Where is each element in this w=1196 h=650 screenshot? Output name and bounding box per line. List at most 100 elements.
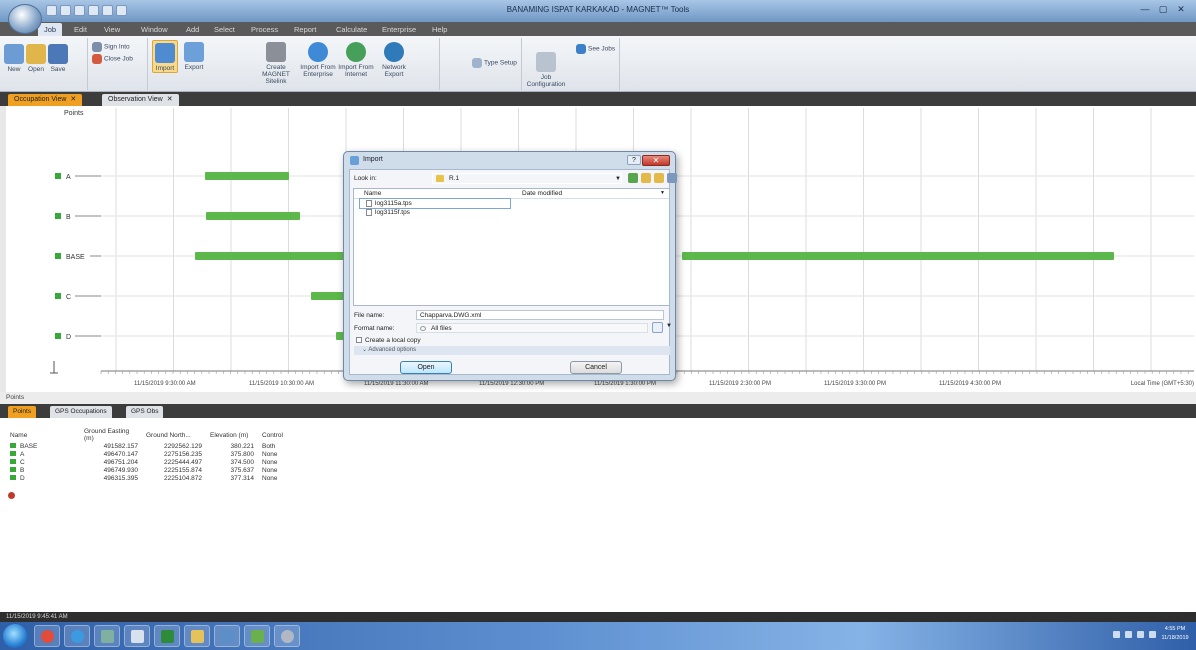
column-header-easting[interactable]: Ground Easting (m) bbox=[80, 428, 142, 442]
taskbar-app-n[interactable] bbox=[94, 625, 120, 647]
table-cell: None bbox=[262, 450, 278, 458]
time-tick-label: 11/15/2019 12:30:00 PM bbox=[479, 381, 544, 387]
ribbon-tab-process[interactable]: Process bbox=[245, 23, 284, 36]
column-header-elevation[interactable]: Elevation (m) bbox=[206, 428, 258, 442]
look-in-select[interactable]: R.1 ▼ bbox=[432, 173, 622, 184]
chevron-down-icon: ▼ bbox=[660, 190, 665, 196]
network-icon[interactable] bbox=[1137, 631, 1144, 638]
type-setup-button[interactable]: Type Setup bbox=[472, 58, 517, 68]
ribbon-tab-help[interactable]: Help bbox=[426, 23, 453, 36]
ribbon-tab-view[interactable]: View bbox=[98, 23, 126, 36]
job-configuration-button[interactable]: Job Configuration bbox=[526, 52, 566, 88]
axis-origin-icon bbox=[50, 361, 58, 374]
tray-arrow-icon[interactable] bbox=[1113, 631, 1120, 638]
table-row[interactable]: D 496315.395 2225104.872 377.314 None bbox=[6, 474, 288, 482]
ribbon-tab-add[interactable]: Add bbox=[180, 23, 205, 36]
close-tab-icon[interactable]: ✕ bbox=[167, 96, 173, 103]
back-icon[interactable] bbox=[628, 173, 638, 183]
export-icon bbox=[184, 42, 204, 62]
tab-gps-obs[interactable]: GPS Obs bbox=[126, 406, 164, 418]
taskbar-chrome[interactable] bbox=[34, 625, 60, 647]
sign-in-button[interactable]: Sign Into bbox=[92, 42, 130, 52]
file-list[interactable]: Name Date modified ▼ log3115a.tps log311… bbox=[353, 188, 670, 306]
close-job-button[interactable]: Close Job bbox=[92, 54, 133, 64]
network-export-button[interactable]: Network Export bbox=[376, 42, 412, 78]
point-icon bbox=[10, 443, 16, 449]
table-cell: 377.314 bbox=[230, 474, 255, 482]
table-cell: 496470.147 bbox=[103, 450, 138, 458]
ribbon-tab-select[interactable]: Select bbox=[208, 23, 241, 36]
column-header-northing[interactable]: Ground North... bbox=[142, 428, 206, 442]
taskbar-explorer[interactable] bbox=[184, 625, 210, 647]
import-from-enterprise-button[interactable]: Import From Enterprise bbox=[300, 42, 336, 78]
column-header-control[interactable]: Control bbox=[258, 428, 288, 442]
save-job-button[interactable]: Save bbox=[48, 44, 68, 73]
taskbar-app-map[interactable] bbox=[244, 625, 270, 647]
view-menu-icon[interactable] bbox=[667, 173, 677, 183]
taskbar-app-gear[interactable] bbox=[274, 625, 300, 647]
column-header-name[interactable]: Name bbox=[364, 190, 381, 197]
format-options-icon[interactable] bbox=[652, 322, 663, 333]
column-header-name[interactable]: Name bbox=[6, 428, 80, 442]
table-row[interactable]: A 496470.147 2275156.235 375.800 None bbox=[6, 450, 288, 458]
file-name-input[interactable]: Chapparva.DWG.xml bbox=[416, 310, 664, 320]
close-window-button[interactable]: ✕ bbox=[1174, 3, 1188, 15]
taskbar-excel[interactable] bbox=[154, 625, 180, 647]
import-dialog: Import ? ✕ Look in: R.1 ▼ Name Date modi… bbox=[343, 151, 677, 381]
dialog-title: Import bbox=[363, 156, 383, 163]
close-tab-icon[interactable]: ✕ bbox=[70, 96, 76, 103]
start-button[interactable] bbox=[3, 624, 27, 648]
new-folder-icon[interactable] bbox=[654, 173, 664, 183]
file-row[interactable]: log3115f.tps bbox=[354, 208, 669, 217]
minimize-button[interactable]: — bbox=[1138, 3, 1152, 15]
network-globe-icon bbox=[384, 42, 404, 62]
file-row[interactable]: log3115a.tps bbox=[359, 198, 511, 209]
export-button[interactable]: Export bbox=[182, 42, 206, 71]
table-row[interactable]: C 496751.204 2225444.497 374.500 None bbox=[6, 458, 288, 466]
point-marker-icon bbox=[55, 253, 61, 259]
ribbon-tab-job[interactable]: Job bbox=[38, 23, 63, 36]
create-local-copy-checkbox[interactable]: Create a local copy bbox=[356, 337, 421, 344]
ribbon-tab-calculate[interactable]: Calculate bbox=[330, 23, 373, 36]
look-in-label: Look in: bbox=[354, 175, 377, 182]
table-cell: Both bbox=[262, 442, 276, 450]
taskbar-clock[interactable]: 4:55 PM 11/18/2019 bbox=[1158, 625, 1192, 643]
format-select[interactable]: All files bbox=[416, 323, 648, 333]
table-row[interactable]: BASE 491582.157 2292562.129 380.221 Both bbox=[6, 442, 288, 450]
taskbar-internet-explorer[interactable] bbox=[64, 625, 90, 647]
system-tray bbox=[1113, 631, 1156, 638]
taskbar-app-draw[interactable] bbox=[124, 625, 150, 647]
dialog-help-button[interactable]: ? bbox=[627, 155, 641, 165]
up-folder-icon[interactable] bbox=[641, 173, 651, 183]
cancel-button[interactable]: Cancel bbox=[570, 361, 622, 374]
import-from-internet-button[interactable]: Import From Internet bbox=[338, 42, 374, 78]
tab-gps-occupations[interactable]: GPS Occupations bbox=[50, 406, 112, 418]
ribbon-tab-enterprise[interactable]: Enterprise bbox=[376, 23, 422, 36]
table-cell: 2275156.235 bbox=[164, 450, 202, 458]
tab-occupation-view[interactable]: Occupation View ✕ bbox=[8, 94, 83, 106]
taskbar-app-tools[interactable] bbox=[214, 625, 240, 647]
dialog-close-button[interactable]: ✕ bbox=[642, 155, 670, 166]
column-header-date-modified[interactable]: Date modified bbox=[522, 190, 562, 197]
open-button[interactable]: Open bbox=[400, 361, 452, 374]
new-job-button[interactable]: New bbox=[4, 44, 24, 73]
see-jobs-button[interactable]: See Jobs bbox=[576, 44, 615, 54]
add-point-icon[interactable] bbox=[8, 492, 15, 499]
maximize-button[interactable]: ▢ bbox=[1156, 3, 1170, 15]
volume-icon[interactable] bbox=[1149, 631, 1156, 638]
table-row[interactable]: B 496749.930 2225155.874 375.637 None bbox=[6, 466, 288, 474]
open-job-button[interactable]: Open bbox=[26, 44, 46, 73]
chevron-down-icon[interactable]: ▼ bbox=[666, 323, 672, 329]
application-menu-orb[interactable] bbox=[8, 4, 42, 34]
tab-observation-view[interactable]: Observation View ✕ bbox=[102, 94, 179, 106]
ribbon-tab-edit[interactable]: Edit bbox=[68, 23, 93, 36]
folder-icon bbox=[436, 175, 444, 182]
tab-points[interactable]: Points bbox=[8, 406, 37, 418]
advanced-options-toggle[interactable]: ⌄ Advanced options bbox=[354, 346, 670, 355]
ribbon-tab-window[interactable]: Window bbox=[135, 23, 174, 36]
import-button[interactable]: Import bbox=[152, 40, 178, 73]
ribbon-tab-report[interactable]: Report bbox=[288, 23, 323, 36]
flag-icon[interactable] bbox=[1125, 631, 1132, 638]
occupation-bar bbox=[195, 252, 351, 260]
create-magnet-sitelink-button[interactable]: Create MAGNET Sitelink bbox=[254, 42, 298, 85]
